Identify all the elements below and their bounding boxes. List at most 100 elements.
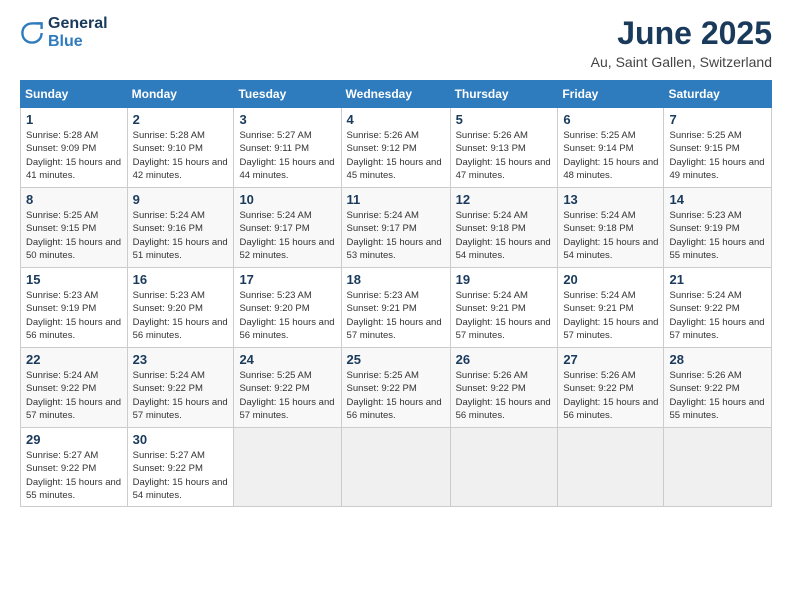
- calendar-cell: 30 Sunrise: 5:27 AM Sunset: 9:22 PM Dayl…: [127, 428, 234, 507]
- day-number: 14: [669, 192, 766, 207]
- day-number: 6: [563, 112, 658, 127]
- day-info: Sunrise: 5:27 AM Sunset: 9:22 PM Dayligh…: [133, 449, 229, 502]
- day-number: 7: [669, 112, 766, 127]
- day-info: Sunrise: 5:26 AM Sunset: 9:22 PM Dayligh…: [563, 369, 658, 422]
- day-number: 10: [239, 192, 335, 207]
- day-number: 3: [239, 112, 335, 127]
- day-number: 17: [239, 272, 335, 287]
- day-number: 1: [26, 112, 122, 127]
- day-number: 19: [456, 272, 553, 287]
- col-friday: Friday: [558, 81, 664, 108]
- calendar-cell: 15 Sunrise: 5:23 AM Sunset: 9:19 PM Dayl…: [21, 268, 128, 348]
- calendar-cell: 24 Sunrise: 5:25 AM Sunset: 9:22 PM Dayl…: [234, 348, 341, 428]
- calendar-cell: 16 Sunrise: 5:23 AM Sunset: 9:20 PM Dayl…: [127, 268, 234, 348]
- calendar-cell: 9 Sunrise: 5:24 AM Sunset: 9:16 PM Dayli…: [127, 188, 234, 268]
- col-sunday: Sunday: [21, 81, 128, 108]
- calendar-cell: 6 Sunrise: 5:25 AM Sunset: 9:14 PM Dayli…: [558, 108, 664, 188]
- col-saturday: Saturday: [664, 81, 772, 108]
- day-number: 25: [347, 352, 445, 367]
- day-number: 26: [456, 352, 553, 367]
- calendar-cell: 19 Sunrise: 5:24 AM Sunset: 9:21 PM Dayl…: [450, 268, 558, 348]
- day-info: Sunrise: 5:24 AM Sunset: 9:22 PM Dayligh…: [669, 289, 766, 342]
- calendar-title: June 2025: [591, 15, 772, 52]
- day-info: Sunrise: 5:23 AM Sunset: 9:20 PM Dayligh…: [239, 289, 335, 342]
- calendar-cell: [558, 428, 664, 507]
- day-info: Sunrise: 5:24 AM Sunset: 9:18 PM Dayligh…: [563, 209, 658, 262]
- calendar-cell: 13 Sunrise: 5:24 AM Sunset: 9:18 PM Dayl…: [558, 188, 664, 268]
- day-info: Sunrise: 5:25 AM Sunset: 9:14 PM Dayligh…: [563, 129, 658, 182]
- day-info: Sunrise: 5:25 AM Sunset: 9:22 PM Dayligh…: [347, 369, 445, 422]
- calendar-page: General Blue June 2025 Au, Saint Gallen,…: [0, 0, 792, 612]
- calendar-cell: 5 Sunrise: 5:26 AM Sunset: 9:13 PM Dayli…: [450, 108, 558, 188]
- calendar-cell: [341, 428, 450, 507]
- day-number: 21: [669, 272, 766, 287]
- day-number: 11: [347, 192, 445, 207]
- day-number: 23: [133, 352, 229, 367]
- day-number: 2: [133, 112, 229, 127]
- day-info: Sunrise: 5:26 AM Sunset: 9:12 PM Dayligh…: [347, 129, 445, 182]
- day-info: Sunrise: 5:23 AM Sunset: 9:20 PM Dayligh…: [133, 289, 229, 342]
- logo-icon: [20, 21, 44, 45]
- calendar-cell: 20 Sunrise: 5:24 AM Sunset: 9:21 PM Dayl…: [558, 268, 664, 348]
- day-number: 16: [133, 272, 229, 287]
- day-number: 22: [26, 352, 122, 367]
- calendar-cell: 1 Sunrise: 5:28 AM Sunset: 9:09 PM Dayli…: [21, 108, 128, 188]
- day-number: 5: [456, 112, 553, 127]
- calendar-cell: 25 Sunrise: 5:25 AM Sunset: 9:22 PM Dayl…: [341, 348, 450, 428]
- calendar-cell: 29 Sunrise: 5:27 AM Sunset: 9:22 PM Dayl…: [21, 428, 128, 507]
- calendar-cell: 4 Sunrise: 5:26 AM Sunset: 9:12 PM Dayli…: [341, 108, 450, 188]
- col-thursday: Thursday: [450, 81, 558, 108]
- day-number: 20: [563, 272, 658, 287]
- calendar-cell: 3 Sunrise: 5:27 AM Sunset: 9:11 PM Dayli…: [234, 108, 341, 188]
- col-monday: Monday: [127, 81, 234, 108]
- day-info: Sunrise: 5:24 AM Sunset: 9:17 PM Dayligh…: [347, 209, 445, 262]
- day-number: 28: [669, 352, 766, 367]
- calendar-cell: 11 Sunrise: 5:24 AM Sunset: 9:17 PM Dayl…: [341, 188, 450, 268]
- calendar-cell: [450, 428, 558, 507]
- day-number: 27: [563, 352, 658, 367]
- calendar-cell: 17 Sunrise: 5:23 AM Sunset: 9:20 PM Dayl…: [234, 268, 341, 348]
- title-block: June 2025 Au, Saint Gallen, Switzerland: [591, 15, 772, 70]
- day-info: Sunrise: 5:28 AM Sunset: 9:10 PM Dayligh…: [133, 129, 229, 182]
- col-tuesday: Tuesday: [234, 81, 341, 108]
- col-wednesday: Wednesday: [341, 81, 450, 108]
- calendar-cell: 8 Sunrise: 5:25 AM Sunset: 9:15 PM Dayli…: [21, 188, 128, 268]
- calendar-header-row: Sunday Monday Tuesday Wednesday Thursday…: [21, 81, 772, 108]
- day-number: 9: [133, 192, 229, 207]
- day-info: Sunrise: 5:24 AM Sunset: 9:22 PM Dayligh…: [26, 369, 122, 422]
- day-number: 29: [26, 432, 122, 447]
- calendar-cell: 14 Sunrise: 5:23 AM Sunset: 9:19 PM Dayl…: [664, 188, 772, 268]
- calendar-cell: 28 Sunrise: 5:26 AM Sunset: 9:22 PM Dayl…: [664, 348, 772, 428]
- calendar-cell: 23 Sunrise: 5:24 AM Sunset: 9:22 PM Dayl…: [127, 348, 234, 428]
- calendar-subtitle: Au, Saint Gallen, Switzerland: [591, 54, 772, 70]
- day-info: Sunrise: 5:23 AM Sunset: 9:21 PM Dayligh…: [347, 289, 445, 342]
- day-info: Sunrise: 5:25 AM Sunset: 9:22 PM Dayligh…: [239, 369, 335, 422]
- logo-text: General Blue: [48, 15, 108, 50]
- calendar-cell: 27 Sunrise: 5:26 AM Sunset: 9:22 PM Dayl…: [558, 348, 664, 428]
- day-info: Sunrise: 5:26 AM Sunset: 9:13 PM Dayligh…: [456, 129, 553, 182]
- day-info: Sunrise: 5:24 AM Sunset: 9:21 PM Dayligh…: [563, 289, 658, 342]
- day-info: Sunrise: 5:24 AM Sunset: 9:22 PM Dayligh…: [133, 369, 229, 422]
- calendar-cell: [664, 428, 772, 507]
- page-header: General Blue June 2025 Au, Saint Gallen,…: [20, 15, 772, 70]
- day-info: Sunrise: 5:28 AM Sunset: 9:09 PM Dayligh…: [26, 129, 122, 182]
- calendar-cell: 7 Sunrise: 5:25 AM Sunset: 9:15 PM Dayli…: [664, 108, 772, 188]
- day-info: Sunrise: 5:25 AM Sunset: 9:15 PM Dayligh…: [669, 129, 766, 182]
- calendar-cell: 21 Sunrise: 5:24 AM Sunset: 9:22 PM Dayl…: [664, 268, 772, 348]
- calendar-cell: 2 Sunrise: 5:28 AM Sunset: 9:10 PM Dayli…: [127, 108, 234, 188]
- day-info: Sunrise: 5:26 AM Sunset: 9:22 PM Dayligh…: [669, 369, 766, 422]
- calendar-cell: 26 Sunrise: 5:26 AM Sunset: 9:22 PM Dayl…: [450, 348, 558, 428]
- day-number: 18: [347, 272, 445, 287]
- day-number: 4: [347, 112, 445, 127]
- calendar-cell: 18 Sunrise: 5:23 AM Sunset: 9:21 PM Dayl…: [341, 268, 450, 348]
- day-number: 8: [26, 192, 122, 207]
- logo: General Blue: [20, 15, 108, 50]
- day-info: Sunrise: 5:24 AM Sunset: 9:16 PM Dayligh…: [133, 209, 229, 262]
- day-number: 15: [26, 272, 122, 287]
- day-info: Sunrise: 5:23 AM Sunset: 9:19 PM Dayligh…: [669, 209, 766, 262]
- day-info: Sunrise: 5:27 AM Sunset: 9:11 PM Dayligh…: [239, 129, 335, 182]
- calendar-table: Sunday Monday Tuesday Wednesday Thursday…: [20, 80, 772, 507]
- day-info: Sunrise: 5:24 AM Sunset: 9:18 PM Dayligh…: [456, 209, 553, 262]
- day-number: 24: [239, 352, 335, 367]
- day-info: Sunrise: 5:23 AM Sunset: 9:19 PM Dayligh…: [26, 289, 122, 342]
